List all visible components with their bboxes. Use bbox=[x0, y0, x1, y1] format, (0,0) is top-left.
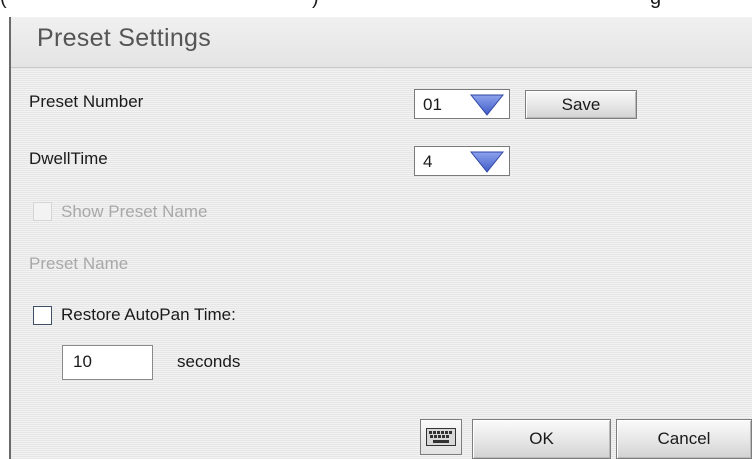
open-paren: ( bbox=[0, 0, 7, 8]
dwell-time-value: 4 bbox=[423, 152, 433, 171]
close-paren: ) bbox=[312, 0, 319, 8]
document-tail-text: g bbox=[650, 0, 661, 8]
show-preset-name-label: Show Preset Name bbox=[61, 202, 208, 221]
preset-number-value: 01 bbox=[423, 95, 442, 114]
save-button[interactable]: Save bbox=[525, 90, 637, 119]
preset-number-dropdown[interactable]: 01 bbox=[414, 89, 510, 119]
dropdown-arrow-icon[interactable] bbox=[470, 151, 504, 173]
dropdown-arrow-icon[interactable] bbox=[470, 94, 504, 116]
preset-name-label: Preset Name bbox=[29, 254, 129, 273]
show-preset-name-checkbox[interactable] bbox=[33, 202, 52, 221]
autopan-seconds-input[interactable]: 10 bbox=[62, 345, 153, 380]
document-text-line: ( ) g bbox=[0, 0, 752, 8]
dialog-header: Preset Settings bbox=[11, 17, 752, 68]
restore-autopan-checkbox[interactable] bbox=[33, 306, 52, 325]
preset-number-label: Preset Number bbox=[29, 92, 144, 111]
preset-settings-dialog: Preset Settings Preset Number 01 Save Dw… bbox=[9, 17, 752, 459]
dwell-time-label: DwellTime bbox=[29, 149, 108, 168]
keyboard-button[interactable] bbox=[420, 419, 462, 455]
seconds-unit-label: seconds bbox=[177, 352, 241, 371]
dwell-time-dropdown[interactable]: 4 bbox=[414, 146, 510, 176]
keyboard-icon bbox=[426, 428, 456, 446]
cancel-button[interactable]: Cancel bbox=[616, 419, 752, 459]
dialog-title: Preset Settings bbox=[37, 24, 212, 52]
restore-autopan-label: Restore AutoPan Time: bbox=[61, 305, 236, 324]
ok-button[interactable]: OK bbox=[472, 419, 611, 459]
